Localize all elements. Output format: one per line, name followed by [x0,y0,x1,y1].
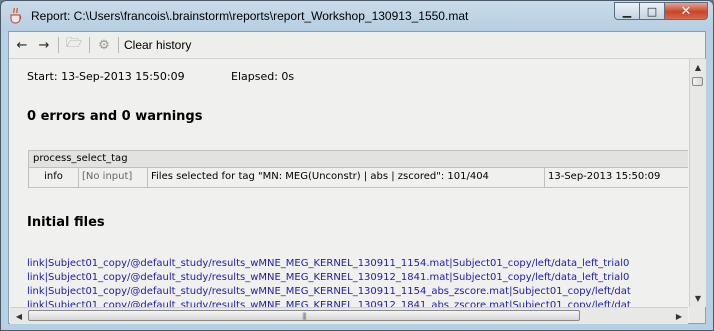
arrow-up-icon: ▲ [694,62,702,72]
vertical-scrollbar[interactable]: ▲ ▼ [689,59,706,307]
scrollbar-corner [689,307,705,323]
java-cup-icon [10,7,22,24]
report-client-area: ← → 🗁 ⚙ Clear history Start: 13-Sep-2013… [8,31,706,324]
file-link[interactable]: link|Subject01_copy/@default_study/resul… [27,299,631,307]
file-link[interactable]: link|Subject01_copy/@default_study/resul… [27,257,631,271]
maximize-icon: □ [646,4,658,18]
maximize-button[interactable]: □ [639,2,665,20]
horizontal-scroll-thumb[interactable]: ||| [28,310,580,321]
initial-files-heading: Initial files [27,215,105,230]
elapsed-time: Elapsed: 0s [231,70,295,83]
report-window: Report: C:\Users\francois\.brainstorm\re… [0,0,714,331]
gear-icon: ⚙ [98,37,110,53]
toolbar: ← → 🗁 ⚙ Clear history [9,32,705,59]
report-content: Start: 13-Sep-2013 15:50:09 Elapsed: 0s … [10,59,688,307]
file-link[interactable]: link|Subject01_copy/@default_study/resul… [27,285,631,299]
toolbar-separator [58,37,59,53]
arrow-down-icon: ▼ [694,293,702,303]
start-time: Start: 13-Sep-2013 15:50:09 [27,70,185,83]
process-table: process_select_tag info [No input] Files… [28,150,688,188]
clear-history-button[interactable]: Clear history [124,38,191,52]
close-button[interactable]: ✕ [664,2,708,20]
forward-button[interactable]: → [35,36,53,54]
row-message: Files selected for tag "MN: MEG(Unconstr… [148,168,545,187]
settings-button[interactable]: ⚙ [95,36,113,54]
vertical-scroll-thumb[interactable] [692,77,703,86]
row-level: info [29,168,79,187]
scroll-down-button[interactable]: ▼ [691,291,705,305]
title-bar[interactable]: Report: C:\Users\francois\.brainstorm\re… [1,1,713,31]
folder-icon: 🗁 [65,36,83,51]
row-time: 13-Sep-2013 15:50:09 [548,171,661,182]
errors-heading: 0 errors and 0 warnings [27,109,203,124]
close-icon: ✕ [680,3,692,19]
open-folder-button[interactable]: 🗁 [64,36,84,54]
toolbar-separator [118,37,119,53]
scroll-left-button[interactable]: ◀ [12,309,26,323]
table-row: info [No input] Files selected for tag "… [29,168,688,187]
row-input: [No input] [79,168,148,187]
arrow-right-icon: → [38,37,50,53]
toolbar-separator [89,37,90,53]
file-link[interactable]: link|Subject01_copy/@default_study/resul… [27,271,631,285]
scroll-right-button[interactable]: ▶ [672,309,686,323]
minimize-button[interactable]: ▁ [614,2,640,20]
grip-icon: ||| [301,311,307,320]
horizontal-scrollbar[interactable]: ◀ ||| ▶ [10,307,688,324]
minimize-icon: ▁ [622,4,632,18]
arrow-left-icon: ◀ [15,311,23,321]
back-button[interactable]: ← [13,36,31,54]
scroll-up-button[interactable]: ▲ [691,60,705,74]
window-controls: ▁ □ ✕ [614,2,708,20]
arrow-left-icon: ← [16,37,28,53]
window-title: Report: C:\Users\francois\.brainstorm\re… [31,9,469,23]
arrow-right-icon: ▶ [675,311,683,321]
process-name: process_select_tag [29,151,688,168]
file-links-list: link|Subject01_copy/@default_study/resul… [27,257,631,307]
